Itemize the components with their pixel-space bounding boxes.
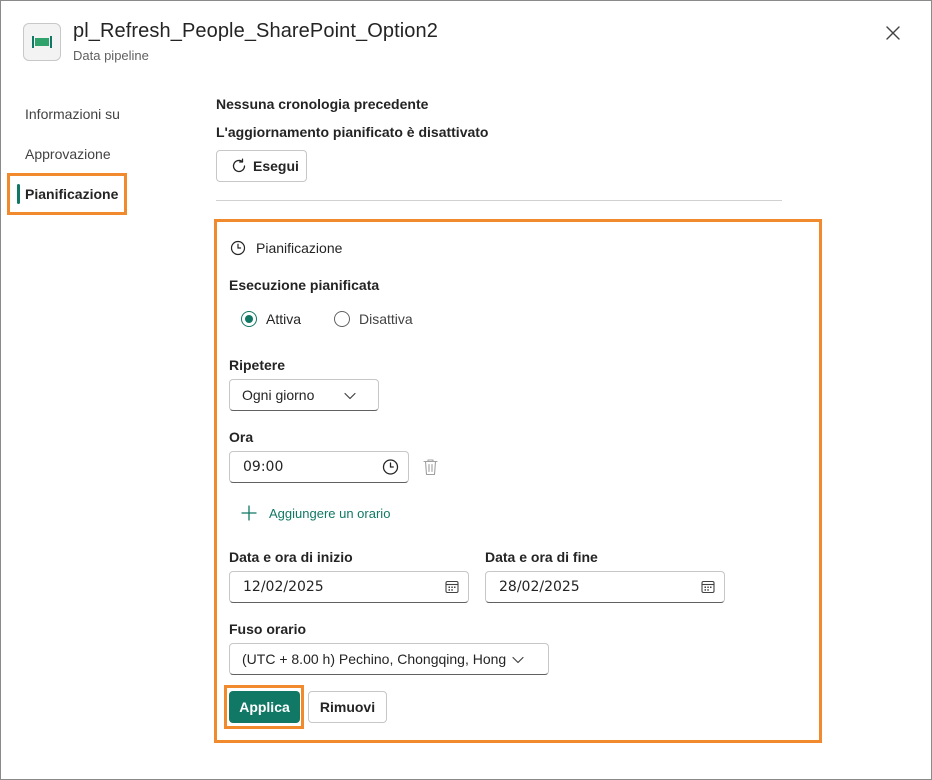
- refresh-icon: [232, 158, 246, 173]
- apply-button[interactable]: Applica: [229, 691, 300, 723]
- scheduled-run-label: Esecuzione pianificata: [229, 277, 380, 293]
- nav-item-schedule[interactable]: Pianificazione: [25, 186, 118, 202]
- end-date-label: Data e ora di fine: [485, 549, 598, 565]
- schedule-section-title: Pianificazione: [256, 240, 343, 256]
- end-date-input[interactable]: 28/02/2025: [485, 571, 725, 603]
- timezone-label: Fuso orario: [229, 621, 307, 637]
- repeat-dropdown[interactable]: Ogni giorno: [229, 379, 379, 411]
- clock-picker-icon[interactable]: [382, 459, 399, 476]
- dialog-subtitle: Data pipeline: [73, 48, 149, 63]
- add-time-label: Aggiungere un orario: [269, 505, 391, 521]
- radio-off-label: Disattiva: [359, 311, 413, 327]
- timezone-dropdown[interactable]: (UTC + 8.00 h) Pechino, Chongqing, Hong: [229, 643, 549, 675]
- close-button[interactable]: [881, 21, 905, 45]
- schedule-section-header: Pianificazione: [230, 240, 342, 256]
- start-date-value: 12/02/2025: [243, 579, 324, 595]
- dialog-title: pl_Refresh_People_SharePoint_Option2: [73, 20, 438, 42]
- schedule-dialog: pl_Refresh_People_SharePoint_Option2 Dat…: [0, 0, 932, 780]
- trash-icon: [423, 459, 438, 476]
- history-status: Nessuna cronologia precedente: [216, 96, 429, 112]
- calendar-icon[interactable]: [445, 580, 459, 594]
- chevron-down-icon: [344, 392, 356, 400]
- radio-on-indicator: [241, 311, 257, 327]
- end-date-value: 28/02/2025: [499, 579, 580, 595]
- time-input[interactable]: 09:00: [229, 451, 409, 483]
- nav-item-approval[interactable]: Approvazione: [25, 146, 111, 162]
- nav-active-indicator: [17, 184, 20, 204]
- divider: [216, 200, 782, 201]
- radio-on[interactable]: Attiva: [241, 311, 301, 327]
- close-icon: [886, 26, 900, 40]
- nav-item-about[interactable]: Informazioni su: [25, 106, 120, 122]
- calendar-icon[interactable]: [701, 580, 715, 594]
- schedule-state-status: L'aggiornamento pianificato è disattivat…: [216, 124, 489, 140]
- repeat-label: Ripetere: [229, 357, 286, 373]
- radio-on-label: Attiva: [266, 311, 302, 327]
- repeat-value: Ogni giorno: [242, 387, 315, 403]
- timezone-value: (UTC + 8.00 h) Pechino, Chongqing, Hong: [242, 651, 507, 667]
- clock-icon: [230, 240, 246, 256]
- run-button-label: Esegui: [253, 158, 299, 174]
- remove-button[interactable]: Rimuovi: [308, 691, 387, 723]
- run-button[interactable]: Esegui: [216, 150, 307, 182]
- start-date-label: Data e ora di inizio: [229, 549, 353, 565]
- delete-time-button[interactable]: [422, 458, 439, 476]
- add-time-button[interactable]: Aggiungere un orario: [241, 505, 390, 521]
- start-date-input[interactable]: 12/02/2025: [229, 571, 469, 603]
- chevron-down-icon: [512, 656, 524, 664]
- time-label: Ora: [229, 429, 254, 445]
- plus-icon: [241, 505, 257, 521]
- pipeline-icon: [23, 23, 61, 61]
- radio-off[interactable]: Disattiva: [334, 311, 413, 327]
- radio-off-indicator: [334, 311, 350, 327]
